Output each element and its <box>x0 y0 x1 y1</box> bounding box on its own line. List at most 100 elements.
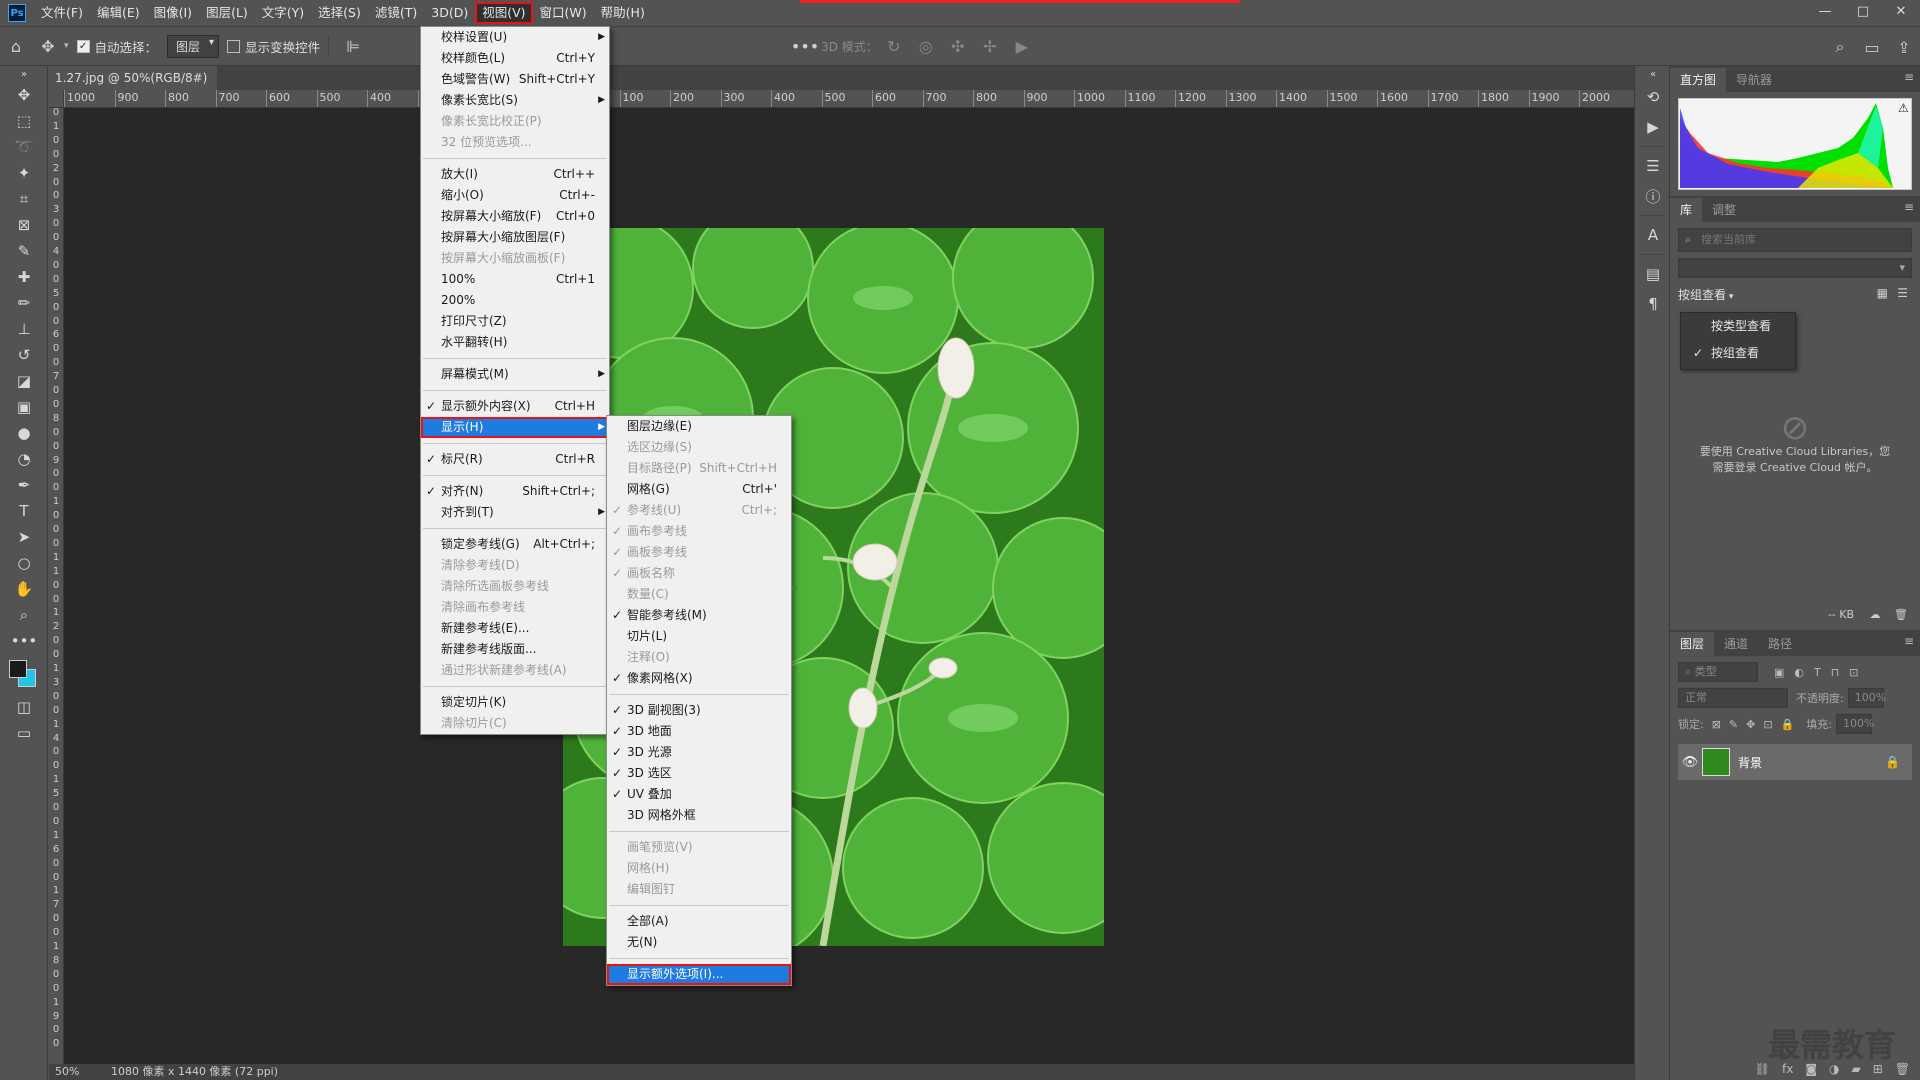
view-menu-item-13[interactable]: 200% <box>421 290 609 311</box>
grid-view-icon[interactable]: ▦ <box>1877 286 1888 300</box>
view-menu-item-20[interactable]: 显示(H) ▶ <box>421 417 609 438</box>
view-menu-item-33[interactable]: 通过形状新建参考线(A) <box>421 660 609 681</box>
chevron-down-icon[interactable]: ▾ <box>64 41 69 51</box>
show-submenu-item-1[interactable]: 选区边缘(S) <box>607 437 791 458</box>
panel-menu-icon[interactable]: ≡ <box>1904 634 1914 648</box>
cloud-sync-icon[interactable]: ☁ <box>1870 608 1881 621</box>
foreground-color[interactable] <box>9 660 27 678</box>
minimize-button[interactable]: — <box>1806 0 1844 26</box>
home-icon[interactable]: ⌂ <box>0 37 32 56</box>
menu-2[interactable]: 图像(I) <box>147 2 199 24</box>
layer-comps-icon[interactable]: ▤ <box>1635 259 1671 289</box>
panel-menu-icon[interactable]: ≡ <box>1904 70 1914 84</box>
share-icon[interactable]: ⇪ <box>1888 38 1920 57</box>
view-menu-item-9[interactable]: 按屏幕大小缩放(F) Ctrl+0 <box>421 206 609 227</box>
show-submenu-item-18[interactable]: ✓ UV 叠加 <box>607 784 791 805</box>
view-by-dropdown[interactable]: 按组查看 ▾ ▦ ☰ <box>1678 286 1912 306</box>
menu-1[interactable]: 编辑(E) <box>90 2 147 24</box>
view-menu-item-2[interactable]: 色域警告(W) Shift+Ctrl+Y <box>421 69 609 90</box>
show-submenu-item-0[interactable]: 图层边缘(E) <box>607 416 791 437</box>
lock-icons[interactable]: ⊠✎✥⊡🔒 <box>1712 718 1803 731</box>
trash-icon[interactable]: 🗑 <box>1895 1062 1910 1080</box>
zoom-level[interactable]: 50% <box>55 1065 79 1078</box>
layer-item-background[interactable]: 👁 背景 🔒 <box>1678 744 1912 780</box>
3d-roll-icon[interactable]: ◎ <box>910 37 942 56</box>
screen-mode-icon[interactable]: ▭ <box>0 720 48 746</box>
auto-select-dropdown[interactable]: 图层 <box>167 34 220 58</box>
dodge-tool-icon[interactable]: ◔ <box>0 446 48 472</box>
show-submenu-item-15[interactable]: ✓ 3D 地面 <box>607 721 791 742</box>
pen-tool-icon[interactable]: ✒ <box>0 472 48 498</box>
show-submenu-item-25[interactable]: 全部(A) <box>607 911 791 932</box>
view-menu-item-11[interactable]: 按屏幕大小缩放画板(F) <box>421 248 609 269</box>
close-button[interactable]: ✕ <box>1882 0 1920 26</box>
view-menu-item-22[interactable]: ✓ 标尺(R) Ctrl+R <box>421 449 609 470</box>
history-brush-icon[interactable]: ↺ <box>0 342 48 368</box>
path-select-icon[interactable]: ➤ <box>0 524 48 550</box>
visibility-eye-icon[interactable]: 👁 <box>1678 755 1702 770</box>
menu-5[interactable]: 选择(S) <box>311 2 368 24</box>
history-icon[interactable]: ⟲ <box>1635 82 1671 112</box>
show-submenu-item-12[interactable]: ✓ 像素网格(X) <box>607 668 791 689</box>
canvas-area[interactable] <box>64 108 1634 1064</box>
view-menu-item-24[interactable]: ✓ 对齐(N) Shift+Ctrl+; <box>421 481 609 502</box>
layer-filter-dropdown[interactable]: ⌕ 类型 <box>1678 662 1758 682</box>
view-menu-item-12[interactable]: 100% Ctrl+1 <box>421 269 609 290</box>
align-icon[interactable]: ⊫ <box>337 37 369 56</box>
show-submenu-item-21[interactable]: 画笔预览(V) <box>607 837 791 858</box>
tab-layers[interactable]: 图层 <box>1670 632 1715 656</box>
view-menu-item-25[interactable]: 对齐到(T) ▶ <box>421 502 609 523</box>
edit-toolbar-icon[interactable]: ••• <box>0 628 48 654</box>
show-submenu-item-19[interactable]: 3D 网格外框 <box>607 805 791 826</box>
menu-9[interactable]: 窗口(W) <box>533 2 594 24</box>
view-menu-item-7[interactable]: 放大(I) Ctrl++ <box>421 164 609 185</box>
view-menu-item-27[interactable]: 锁定参考线(G) Alt+Ctrl+; <box>421 534 609 555</box>
more-options-icon[interactable]: ••• <box>789 37 821 56</box>
show-submenu-item-10[interactable]: 切片(L) <box>607 626 791 647</box>
hand-tool-icon[interactable]: ✋ <box>0 576 48 602</box>
maximize-button[interactable]: □ <box>1844 0 1882 26</box>
view-menu-item-28[interactable]: 清除参考线(D) <box>421 555 609 576</box>
menu-7[interactable]: 3D(D) <box>424 2 475 24</box>
color-swatches[interactable] <box>0 654 48 694</box>
layer-filter-icons[interactable]: ▣◐T⊓⊡ <box>1774 666 1869 679</box>
character-icon[interactable]: A <box>1635 220 1671 250</box>
view-menu-item-15[interactable]: 水平翻转(H) <box>421 332 609 353</box>
show-submenu-item-4[interactable]: ✓ 参考线(U) Ctrl+; <box>607 500 791 521</box>
show-submenu-item-6[interactable]: ✓ 画板参考线 <box>607 542 791 563</box>
search-icon[interactable]: ⌕ <box>1824 37 1856 57</box>
show-submenu-item-22[interactable]: 网格(H) <box>607 858 791 879</box>
frame-tool-icon[interactable]: ⊠ <box>0 212 48 238</box>
crop-tool-icon[interactable]: ⌗ <box>0 186 48 212</box>
view-menu-item-4[interactable]: 像素长宽比校正(P) <box>421 111 609 132</box>
brush-tool-icon[interactable]: ✏ <box>0 290 48 316</box>
view-menu-item-35[interactable]: 锁定切片(K) <box>421 692 609 713</box>
healing-brush-icon[interactable]: ✚ <box>0 264 48 290</box>
view-menu-item-31[interactable]: 新建参考线(E)... <box>421 618 609 639</box>
collapse-icon[interactable]: « <box>1635 66 1671 82</box>
3d-camera-icon[interactable]: ▶ <box>1006 37 1038 56</box>
eyedropper-icon[interactable]: ✎ <box>0 238 48 264</box>
blur-tool-icon[interactable]: ● <box>0 420 48 446</box>
show-submenu-item-17[interactable]: ✓ 3D 选区 <box>607 763 791 784</box>
view-menu-item-10[interactable]: 按屏幕大小缩放图层(F) <box>421 227 609 248</box>
show-submenu-item-2[interactable]: 目标路径(P) Shift+Ctrl+H <box>607 458 791 479</box>
zoom-tool-icon[interactable]: ⌕ <box>0 602 48 628</box>
3d-orbit-icon[interactable]: ↻ <box>878 37 910 56</box>
auto-select-checkbox[interactable]: ✓ 自动选择： <box>76 37 157 56</box>
quick-mask-icon[interactable]: ◫ <box>0 694 48 720</box>
menu-4[interactable]: 文字(Y) <box>255 2 311 24</box>
view-by-group-option[interactable]: ✓ 按组查看 <box>1681 340 1795 367</box>
stamp-tool-icon[interactable]: ⊥ <box>0 316 48 342</box>
shape-tool-icon[interactable]: ○ <box>0 550 48 576</box>
view-menu-item-30[interactable]: 清除画布参考线 <box>421 597 609 618</box>
panel-menu-icon[interactable]: ≡ <box>1904 200 1914 214</box>
opacity-input[interactable]: 100% <box>1847 688 1886 708</box>
view-menu-item-32[interactable]: 新建参考线版面... <box>421 639 609 660</box>
menu-10[interactable]: 帮助(H) <box>594 2 652 24</box>
3d-slide-icon[interactable]: ✢ <box>974 37 1006 56</box>
move-tool-icon[interactable]: ✥ <box>32 37 64 56</box>
3d-pan-icon[interactable]: ✣ <box>942 37 974 56</box>
list-view-icon[interactable]: ☰ <box>1897 286 1908 300</box>
blend-mode-dropdown[interactable]: 正常 <box>1678 688 1788 708</box>
